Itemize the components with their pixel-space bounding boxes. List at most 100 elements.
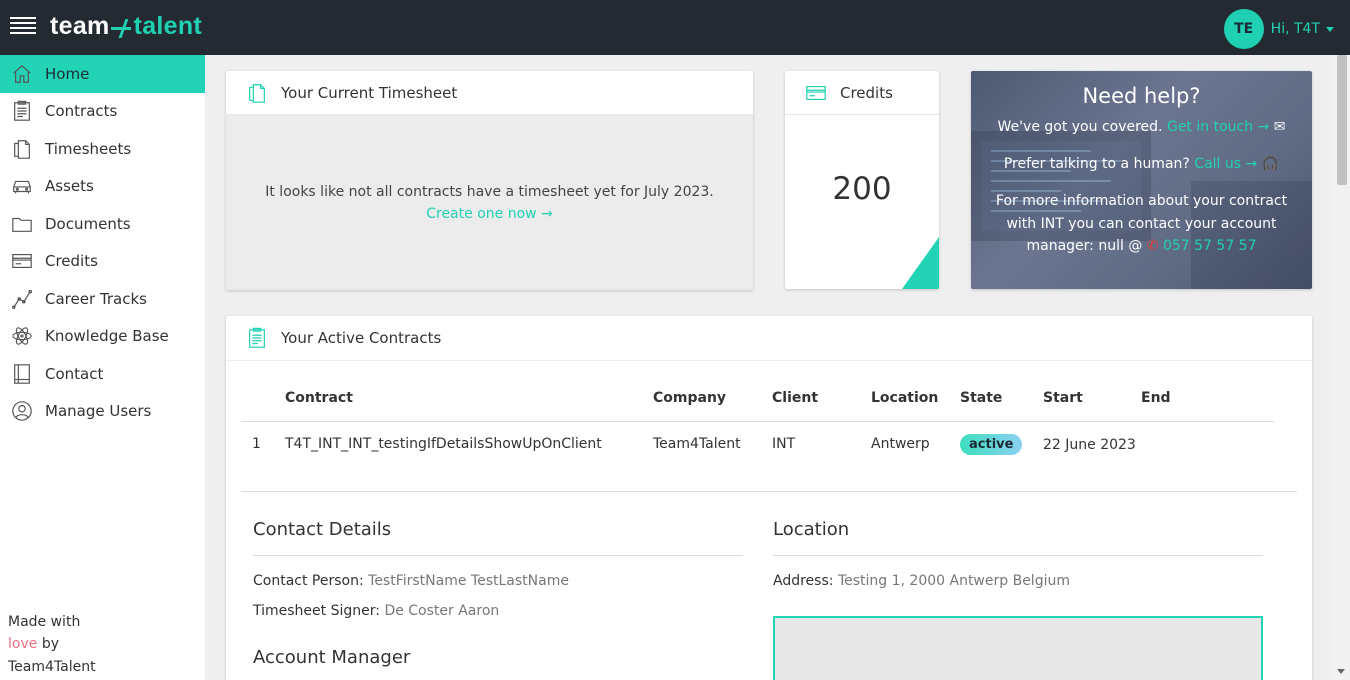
corner-accent [902, 237, 939, 289]
column-header-client[interactable]: Client [772, 376, 871, 422]
logo-four-icon [110, 16, 133, 38]
user-greeting[interactable]: Hi, T4T [1271, 21, 1320, 37]
column-header-end[interactable]: End [1141, 376, 1274, 422]
column-header-company[interactable]: Company [653, 376, 772, 422]
card-title: Your Active Contracts [281, 329, 442, 347]
address-label: Address: [773, 573, 834, 589]
column-header-contract[interactable]: Contract [285, 376, 653, 422]
phone-number-link[interactable]: 057 57 57 57 [1163, 238, 1257, 254]
divider [773, 555, 1263, 556]
table-header-row: Contract Company Client Location State S… [241, 376, 1274, 422]
timesheet-message: It looks like not all contracts have a t… [265, 183, 714, 200]
user-menu[interactable]: TE Hi, T4T [1223, 9, 1334, 49]
address: Address: Testing 1, 2000 Antwerp Belgium [773, 573, 1070, 589]
sidebar-item-credits[interactable]: Credits [0, 243, 205, 281]
card-title: Your Current Timesheet [281, 83, 458, 102]
mail-icon[interactable]: ✉ [1274, 119, 1286, 135]
divider [253, 555, 743, 556]
sidebar-item-contracts[interactable]: Contracts [0, 93, 205, 131]
timesheet-signer-value: De Coster Aaron [384, 603, 500, 619]
headset-icon[interactable]: 🎧 [1262, 156, 1279, 172]
sidebar-item-documents[interactable]: Documents [0, 205, 205, 243]
column-header-state[interactable]: State [960, 376, 1043, 422]
footer-credit: Made with love by Team4Talent [8, 611, 96, 679]
contact-details-title: Contact Details [253, 519, 392, 540]
column-header-location[interactable]: Location [871, 376, 960, 422]
cell-company: Team4Talent [653, 435, 741, 452]
credit-card-icon [806, 85, 826, 100]
folder-icon [11, 213, 33, 235]
status-badge: active [960, 433, 1023, 455]
menu-icon[interactable] [10, 17, 36, 37]
timesheets-icon [11, 138, 33, 160]
sidebar-item-label: Contracts [45, 102, 118, 121]
card-title: Credits [840, 83, 893, 102]
sidebar-item-timesheets[interactable]: Timesheets [0, 130, 205, 168]
timesheet-body: It looks like not all contracts have a t… [226, 115, 753, 290]
contracts-icon [11, 100, 33, 122]
logo-text-talent: talent [133, 12, 203, 40]
location-map[interactable] [773, 616, 1263, 680]
sidebar-item-career-tracks[interactable]: Career Tracks [0, 280, 205, 318]
sidebar-item-label: Credits [45, 252, 98, 271]
create-timesheet-link[interactable]: Create one now → [426, 203, 553, 225]
current-timesheet-card: Your Current Timesheet It looks like not… [226, 71, 753, 290]
account-manager-title: Account Manager [253, 647, 411, 668]
contracts-table: Contract Company Client Location State S… [241, 376, 1274, 491]
top-bar: team talent TE Hi, T4T [0, 0, 1350, 55]
call-us-link[interactable]: Call us → [1194, 156, 1257, 172]
made-with-text: Made with [8, 613, 81, 630]
help-line-1: We've got you covered. Get in touch → ✉ [971, 116, 1312, 139]
company-text: Team4Talent [8, 658, 96, 675]
sidebar-item-label: Knowledge Base [45, 327, 169, 346]
timesheets-icon [249, 83, 265, 103]
help-line-2-text: Prefer talking to a human? [1003, 155, 1190, 172]
sidebar-item-manage-users[interactable]: Manage Users [0, 393, 205, 431]
need-help-card: Need help? We've got you covered. Get in… [971, 71, 1312, 289]
sidebar-item-label: Home [45, 64, 90, 83]
cell-state: active [960, 421, 1043, 491]
contact-person: Contact Person: TestFirstName TestLastNa… [253, 573, 569, 589]
user-icon [11, 400, 33, 422]
car-icon [11, 175, 33, 197]
sidebar-item-knowledge-base[interactable]: Knowledge Base [0, 318, 205, 356]
get-in-touch-link[interactable]: Get in touch → [1167, 119, 1269, 135]
cell-start: 22 June 2023 [1043, 436, 1136, 453]
timesheet-signer-label: Timesheet Signer: [253, 603, 380, 619]
sidebar-item-label: Documents [45, 214, 131, 233]
card-header: Your Current Timesheet [226, 71, 753, 115]
scroll-down-icon[interactable] [1337, 669, 1345, 674]
avatar[interactable]: TE [1223, 9, 1264, 49]
location-title: Location [773, 519, 850, 540]
logo-text-team: team [50, 12, 110, 40]
sidebar-item-label: Timesheets [45, 139, 132, 158]
column-header-start[interactable]: Start [1043, 376, 1141, 422]
contracts-icon [249, 327, 265, 348]
contact-book-icon [11, 363, 33, 385]
table-row[interactable]: 1 T4T_INT_INT_testingIfDetailsShowUpOnCl… [241, 421, 1274, 491]
page-scrollbar[interactable] [1333, 55, 1350, 680]
help-line-3: For more information about your contract… [971, 190, 1312, 258]
divider [241, 491, 1297, 492]
help-content: Need help? We've got you covered. Get in… [971, 84, 1312, 258]
credits-value: 200 [832, 171, 892, 207]
cell-location: Antwerp [871, 435, 930, 452]
scrollbar-thumb[interactable] [1337, 55, 1347, 185]
address-value: Testing 1, 2000 Antwerp Belgium [837, 573, 1070, 589]
cell-client: INT [772, 435, 796, 452]
contact-person-value: TestFirstName TestLastName [368, 573, 569, 589]
sidebar-item-assets[interactable]: Assets [0, 168, 205, 206]
row-index: 1 [252, 435, 261, 452]
logo[interactable]: team talent [50, 12, 202, 41]
card-header: Credits [785, 71, 939, 115]
credits-card: Credits 200 [785, 71, 939, 289]
sidebar-item-home[interactable]: Home [0, 55, 205, 93]
cell-end [1141, 421, 1274, 491]
sidebar-item-contact[interactable]: Contact [0, 355, 205, 393]
by-text: by [41, 636, 59, 652]
help-title: Need help? [1082, 84, 1201, 108]
timesheet-signer: Timesheet Signer: De Coster Aaron [253, 603, 499, 619]
credit-card-icon [11, 250, 33, 272]
chevron-down-icon[interactable] [1326, 26, 1334, 32]
cell-contract: T4T_INT_INT_testingIfDetailsShowUpOnClie… [285, 435, 602, 452]
